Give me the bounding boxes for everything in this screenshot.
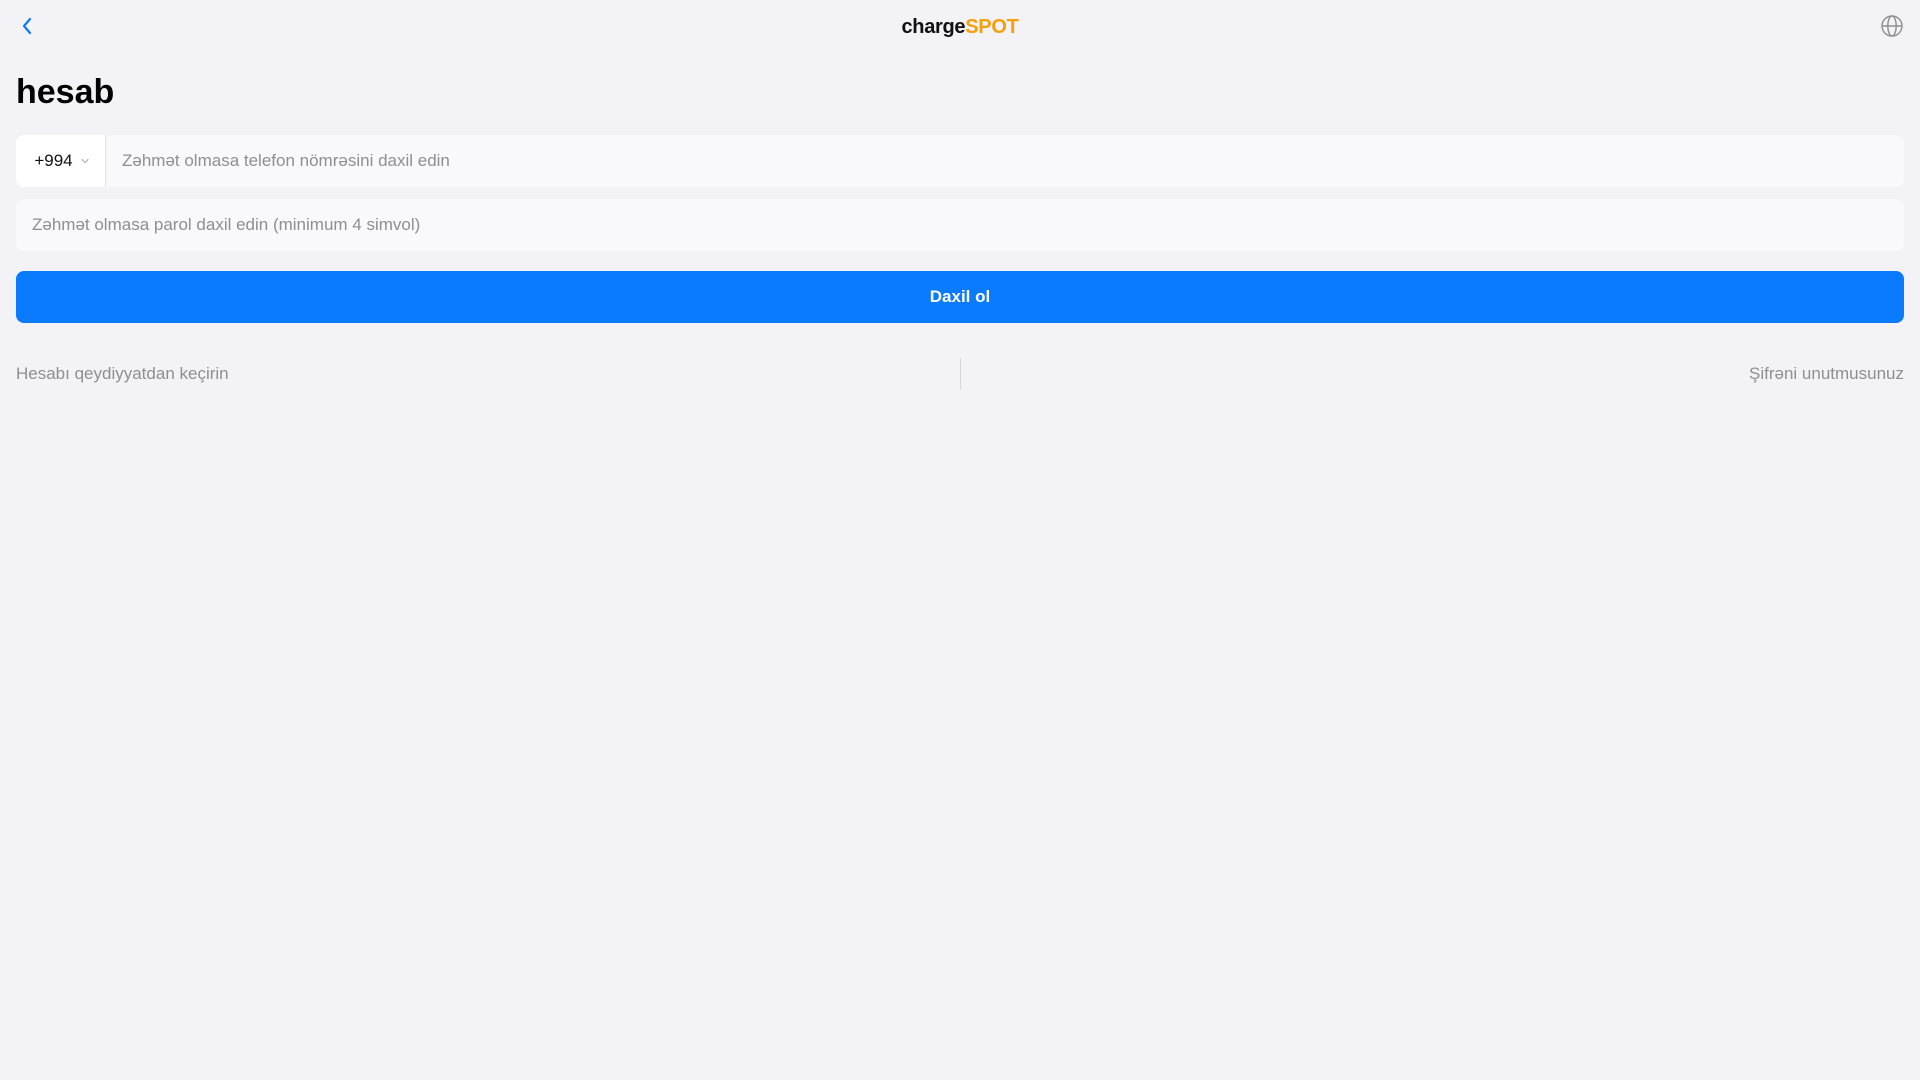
page-title: hesab [16,73,115,111]
phone-field: +994 [16,135,1904,187]
country-code-value: +994 [34,151,73,170]
password-input[interactable] [16,199,1904,251]
country-code-select[interactable]: +994 [16,135,106,187]
auth-links: Hesabı qeydiyyatdan keçirin Şifrəni unut… [16,358,1904,390]
brand-logo: chargeSPOT [0,14,1920,40]
brand-logo-part2: SPOT [965,16,1019,38]
forgot-password-link[interactable]: Şifrəni unutmusunuz [1749,358,1904,390]
language-button[interactable] [1880,14,1904,38]
login-button[interactable]: Daxil ol [16,271,1904,323]
register-link[interactable]: Hesabı qeydiyyatdan keçirin [16,358,229,390]
chevron-down-icon [81,158,89,164]
top-bar: chargeSPOT [0,0,1920,52]
login-page: chargeSPOT hesab +994 Daxil ol Hesabı qe… [0,0,1920,1080]
brand-logo-part1: charge [901,16,966,38]
password-field [16,199,1904,251]
phone-input[interactable] [106,135,1904,187]
links-divider [960,358,961,390]
globe-icon [1881,15,1903,37]
